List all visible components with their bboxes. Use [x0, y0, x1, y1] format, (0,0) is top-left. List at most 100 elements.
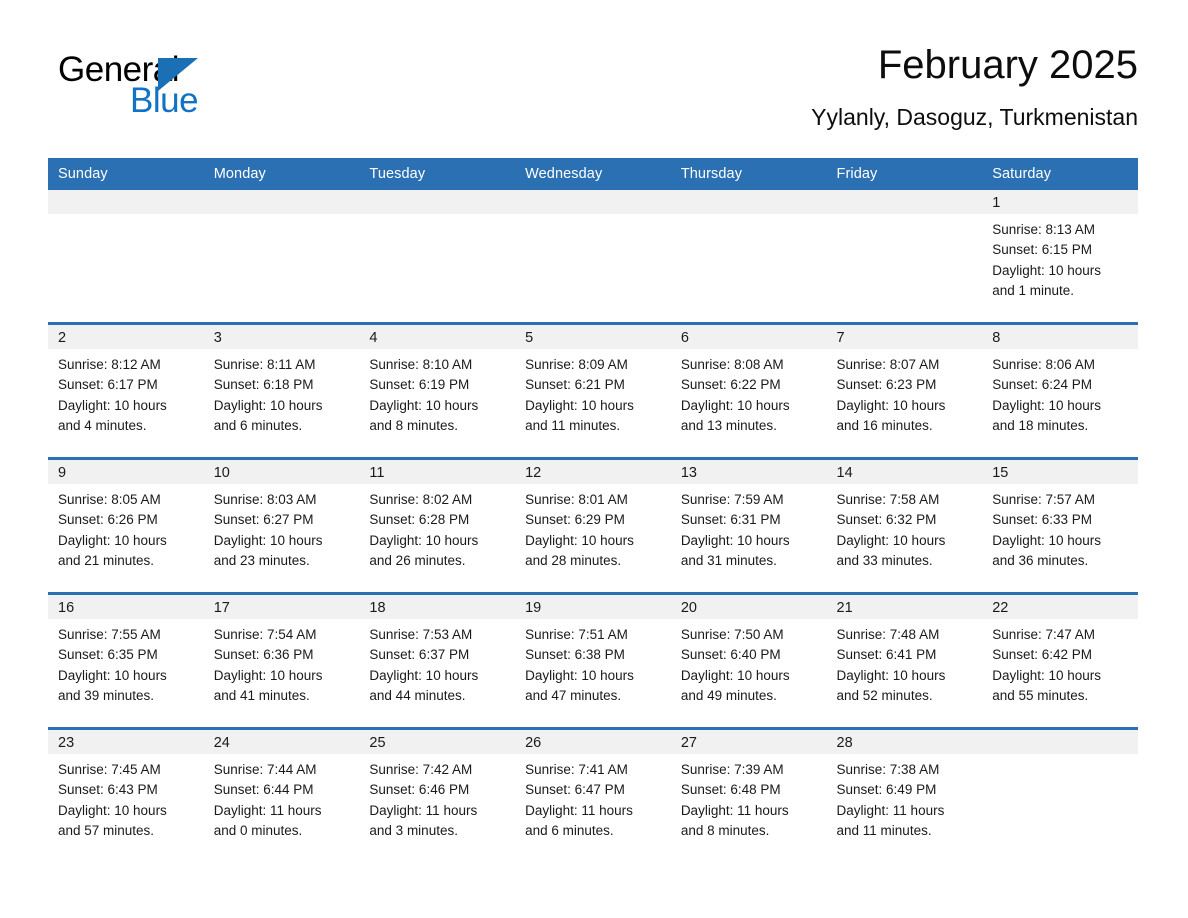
sunrise-text: Sunrise: 7:44 AM [213, 762, 317, 777]
sunrise-text: Sunrise: 7:53 AM [369, 627, 473, 642]
calendar-day-cell[interactable]: 23 Sunrise: 7:45 AM Sunset: 6:43 PM Dayligh… [48, 727, 204, 862]
daylight-text-line1: Daylight: 10 hours [369, 532, 479, 548]
day-details: Sunrise: 7:58 AM Sunset: 6:32 PM Daylight:… [827, 484, 983, 571]
sunset-text: Sunset: 6:15 PM [992, 242, 1093, 258]
daylight-text-line2: and 23 minutes. [213, 552, 310, 568]
calendar-day-cell[interactable]: 26 Sunrise: 7:41 AM Sunset: 6:47 PM Dayligh… [515, 727, 671, 862]
sunrise-text: Sunrise: 8:11 AM [213, 357, 316, 372]
day-number: 7 [826, 325, 983, 349]
page-header: General Blue February 2025 Yylanly, Daso… [48, 38, 1138, 148]
day-details: Sunrise: 7:44 AM Sunset: 6:44 PM Daylight:… [204, 754, 360, 841]
day-details: Sunrise: 7:55 AM Sunset: 6:35 PM Daylight:… [48, 619, 204, 706]
day-number: 28 [826, 730, 983, 754]
daylight-text-line2: and 41 minutes. [213, 687, 310, 703]
calendar-day-cell[interactable]: 10 Sunrise: 8:03 AM Sunset: 6:27 PM Dayligh… [203, 457, 360, 594]
calendar-week-row: 1 Sunrise: 8:13 AM Sunset: 6:15 PM Daylight… [48, 190, 1138, 324]
daylight-text-line2: and 28 minutes. [525, 552, 622, 568]
calendar-day-cell[interactable]: 4 Sunrise: 8:10 AM Sunset: 6:19 PM Daylight… [359, 322, 516, 459]
daylight-text-line2: and 57 minutes. [58, 822, 155, 838]
sunrise-text: Sunrise: 8:02 AM [369, 492, 473, 507]
day-number: 23 [48, 730, 204, 754]
calendar-day-cell[interactable]: 12 Sunrise: 8:01 AM Sunset: 6:29 PM Dayligh… [515, 457, 671, 594]
sunrise-text: Sunrise: 8:08 AM [680, 357, 784, 372]
weekday-header-tuesday: Tuesday [359, 158, 516, 190]
sunrise-text: Sunrise: 7:58 AM [836, 492, 940, 507]
daylight-text-line1: Daylight: 11 hours [213, 802, 322, 818]
daylight-text-line2: and 55 minutes. [992, 687, 1089, 703]
day-number: 19 [515, 595, 671, 619]
daylight-text-line2: and 31 minutes. [680, 552, 777, 568]
day-number: 25 [359, 730, 516, 754]
calendar-day-cell[interactable]: 25 Sunrise: 7:42 AM Sunset: 6:46 PM Dayligh… [359, 727, 516, 862]
day-number: 17 [203, 595, 360, 619]
day-number: 1 [982, 190, 1138, 214]
day-number: 18 [359, 595, 516, 619]
daylight-text-line1: Daylight: 10 hours [992, 397, 1102, 413]
daylight-text-line1: Daylight: 10 hours [213, 532, 323, 548]
calendar-day-cell[interactable]: 9 Sunrise: 8:05 AM Sunset: 6:26 PM Daylight… [48, 457, 204, 594]
calendar-body: 1 Sunrise: 8:13 AM Sunset: 6:15 PM Daylight… [48, 190, 1138, 862]
daylight-text-line2: and 8 minutes. [680, 822, 770, 838]
calendar-day-cell[interactable]: 17 Sunrise: 7:54 AM Sunset: 6:36 PM Dayligh… [203, 592, 360, 729]
day-details: Sunrise: 8:09 AM Sunset: 6:21 PM Daylight:… [515, 349, 671, 436]
day-details: Sunrise: 7:42 AM Sunset: 6:46 PM Daylight:… [359, 754, 515, 841]
daylight-text-line2: and 18 minutes. [992, 417, 1089, 433]
calendar-day-cell[interactable]: 19 Sunrise: 7:51 AM Sunset: 6:38 PM Dayligh… [515, 592, 671, 729]
day-number [203, 190, 360, 214]
calendar-day-cell[interactable]: 27 Sunrise: 7:39 AM Sunset: 6:48 PM Dayligh… [670, 727, 827, 862]
calendar-day-cell-empty [48, 190, 204, 324]
calendar-page: General Blue February 2025 Yylanly, Daso… [0, 0, 1188, 918]
sunrise-text: Sunrise: 8:06 AM [992, 357, 1096, 372]
day-number: 9 [48, 460, 204, 484]
daylight-text-line1: Daylight: 10 hours [58, 667, 167, 683]
calendar-day-cell[interactable]: 11 Sunrise: 8:02 AM Sunset: 6:28 PM Dayligh… [359, 457, 516, 594]
daylight-text-line2: and 47 minutes. [525, 687, 622, 703]
calendar-day-cell[interactable]: 5 Sunrise: 8:09 AM Sunset: 6:21 PM Daylight… [515, 322, 671, 459]
sunset-text: Sunset: 6:37 PM [369, 647, 470, 663]
calendar-day-cell[interactable]: 2 Sunrise: 8:12 AM Sunset: 6:17 PM Daylight… [48, 322, 204, 459]
daylight-text-line1: Daylight: 11 hours [369, 802, 478, 818]
sunrise-text: Sunrise: 7:42 AM [369, 762, 473, 777]
daylight-text-line2: and 1 minute. [992, 282, 1075, 298]
calendar-day-cell[interactable]: 15 Sunrise: 7:57 AM Sunset: 6:33 PM Dayligh… [982, 457, 1138, 594]
day-number: 15 [982, 460, 1138, 484]
sunrise-text: Sunrise: 7:57 AM [992, 492, 1096, 507]
day-details: Sunrise: 7:38 AM Sunset: 6:49 PM Daylight:… [827, 754, 983, 841]
weekday-header-sunday: Sunday [48, 158, 204, 190]
daylight-text-line2: and 13 minutes. [680, 417, 777, 433]
daylight-text-line1: Daylight: 10 hours [836, 397, 946, 413]
calendar-day-cell[interactable]: 3 Sunrise: 8:11 AM Sunset: 6:18 PM Daylight… [203, 322, 360, 459]
calendar-day-cell[interactable]: 1 Sunrise: 8:13 AM Sunset: 6:15 PM Daylight… [982, 190, 1138, 324]
day-number: 14 [826, 460, 983, 484]
calendar-day-cell[interactable]: 28 Sunrise: 7:38 AM Sunset: 6:49 PM Dayligh… [826, 727, 983, 862]
day-number: 5 [515, 325, 671, 349]
calendar-day-cell[interactable]: 7 Sunrise: 8:07 AM Sunset: 6:23 PM Daylight… [826, 322, 983, 459]
sunset-text: Sunset: 6:33 PM [992, 512, 1093, 528]
calendar-day-cell[interactable]: 18 Sunrise: 7:53 AM Sunset: 6:37 PM Dayligh… [359, 592, 516, 729]
calendar-day-cell[interactable]: 14 Sunrise: 7:58 AM Sunset: 6:32 PM Dayligh… [826, 457, 983, 594]
daylight-text-line1: Daylight: 10 hours [525, 532, 634, 548]
daylight-text-line1: Daylight: 10 hours [680, 397, 790, 413]
day-details: Sunrise: 7:54 AM Sunset: 6:36 PM Daylight:… [204, 619, 360, 706]
calendar-day-cell[interactable]: 16 Sunrise: 7:55 AM Sunset: 6:35 PM Dayligh… [48, 592, 204, 729]
calendar-day-cell[interactable]: 21 Sunrise: 7:48 AM Sunset: 6:41 PM Dayligh… [826, 592, 983, 729]
calendar-day-cell[interactable]: 24 Sunrise: 7:44 AM Sunset: 6:44 PM Dayligh… [203, 727, 360, 862]
daylight-text-line2: and 6 minutes. [213, 417, 303, 433]
daylight-text-line1: Daylight: 10 hours [58, 802, 167, 818]
daylight-text-line1: Daylight: 10 hours [836, 667, 946, 683]
day-number: 26 [515, 730, 671, 754]
calendar-day-cell[interactable]: 13 Sunrise: 7:59 AM Sunset: 6:31 PM Dayligh… [670, 457, 827, 594]
sunrise-text: Sunrise: 7:39 AM [680, 762, 784, 777]
day-number [826, 190, 983, 214]
calendar-day-cell-empty [203, 190, 360, 324]
calendar-day-cell[interactable]: 22 Sunrise: 7:47 AM Sunset: 6:42 PM Dayligh… [982, 592, 1138, 729]
calendar-day-cell-empty [515, 190, 671, 324]
calendar-day-cell[interactable]: 8 Sunrise: 8:06 AM Sunset: 6:24 PM Daylight… [982, 322, 1138, 459]
sunrise-text: Sunrise: 8:09 AM [525, 357, 628, 372]
daylight-text-line1: Daylight: 11 hours [836, 802, 945, 818]
calendar-day-cell[interactable]: 6 Sunrise: 8:08 AM Sunset: 6:22 PM Daylight… [670, 322, 827, 459]
sunrise-text: Sunrise: 7:48 AM [836, 627, 940, 642]
day-details: Sunrise: 8:07 AM Sunset: 6:23 PM Daylight:… [827, 349, 983, 436]
calendar-day-cell[interactable]: 20 Sunrise: 7:50 AM Sunset: 6:40 PM Dayligh… [670, 592, 827, 729]
calendar-week-row: 23 Sunrise: 7:45 AM Sunset: 6:43 PM Dayligh… [48, 727, 1138, 862]
